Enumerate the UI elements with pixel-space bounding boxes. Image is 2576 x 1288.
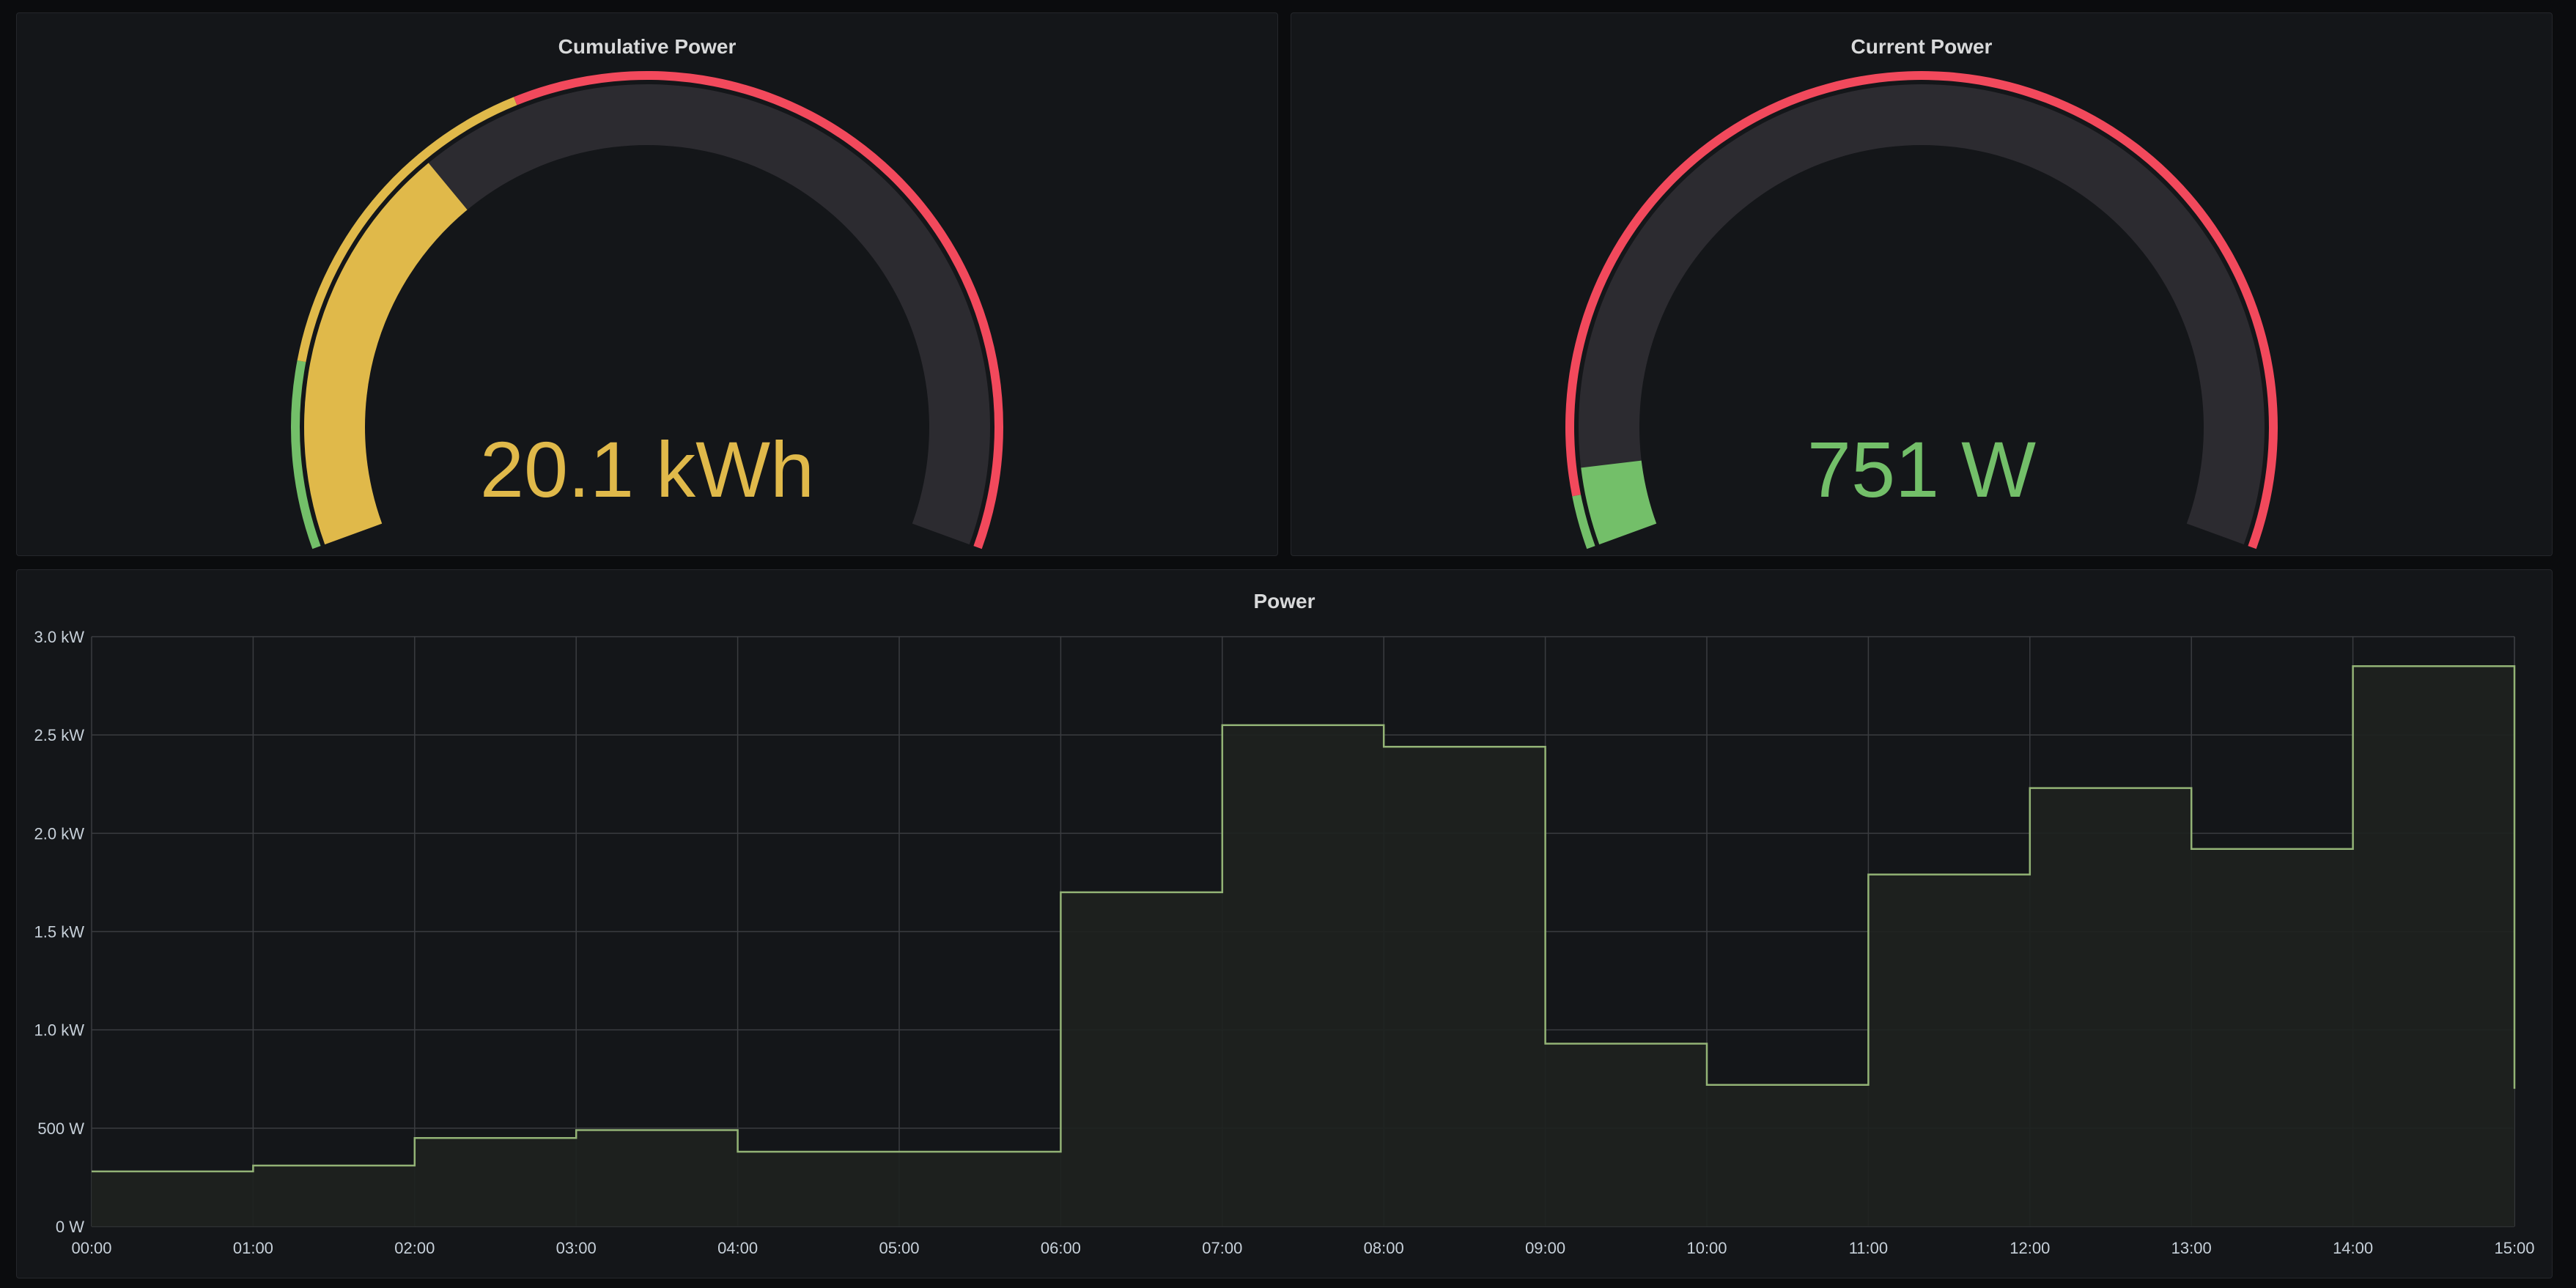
power-panel: Power 0 W 500 W 1.0 kW 1.5 kW 2.0 kW 2.5 kW 3.… xyxy=(16,569,2553,1278)
x-tick-label-10: 10:00 xyxy=(1686,1239,1727,1257)
x-tick-label-4: 04:00 xyxy=(717,1239,758,1257)
x-tick-label-2: 02:00 xyxy=(394,1239,435,1257)
x-tick-label-7: 07:00 xyxy=(1202,1239,1242,1257)
y-tick-label-5: 2.5 kW xyxy=(34,726,85,744)
gauge-value-cumulative: 20.1 kWh xyxy=(480,425,814,514)
x-tick-label-11: 11:00 xyxy=(1849,1239,1888,1257)
x-tick-label-15: 15:00 xyxy=(2494,1239,2534,1257)
x-tick-label-0: 00:00 xyxy=(71,1239,111,1257)
y-tick-label-3: 1.5 kW xyxy=(34,923,85,941)
x-tick-label-3: 03:00 xyxy=(556,1239,597,1257)
y-tick-label-1: 500 W xyxy=(37,1119,84,1138)
x-tick-label-1: 01:00 xyxy=(233,1239,273,1257)
current-power-panel: Current Power 751 W xyxy=(1291,12,2553,556)
cumulative-power-gauge: 20.1 kWh xyxy=(290,70,1004,549)
x-tick-label-8: 08:00 xyxy=(1364,1239,1404,1257)
current-power-gauge: 751 W xyxy=(1565,71,2278,549)
y-tick-label-0: 0 W xyxy=(56,1218,84,1236)
power-chart: 0 W 500 W 1.0 kW 1.5 kW 2.0 kW 2.5 kW 3.0 kW 00… xyxy=(34,628,2535,1257)
cumulative-power-panel: Cumulative Power 20.1 kWh xyxy=(16,12,1278,556)
y-tick-label-4: 2.0 kW xyxy=(34,824,85,843)
current-gauge-value-arc xyxy=(1581,460,1657,545)
x-tick-label-12: 12:00 xyxy=(2009,1239,2050,1257)
gauge-value-current: 751 W xyxy=(1807,425,2036,514)
x-tick-label-14: 14:00 xyxy=(2333,1239,2373,1257)
cumulative-gauge-value-arc xyxy=(304,163,468,545)
y-tick-label-2: 1.0 kW xyxy=(34,1021,85,1040)
y-tick-label-6: 3.0 kW xyxy=(34,628,85,646)
x-tick-label-6: 06:00 xyxy=(1041,1239,1081,1257)
power-series-area xyxy=(92,666,2514,1226)
x-tick-label-5: 05:00 xyxy=(879,1239,919,1257)
x-tick-label-13: 13:00 xyxy=(2171,1239,2212,1257)
x-tick-label-9: 09:00 xyxy=(1525,1239,1565,1257)
